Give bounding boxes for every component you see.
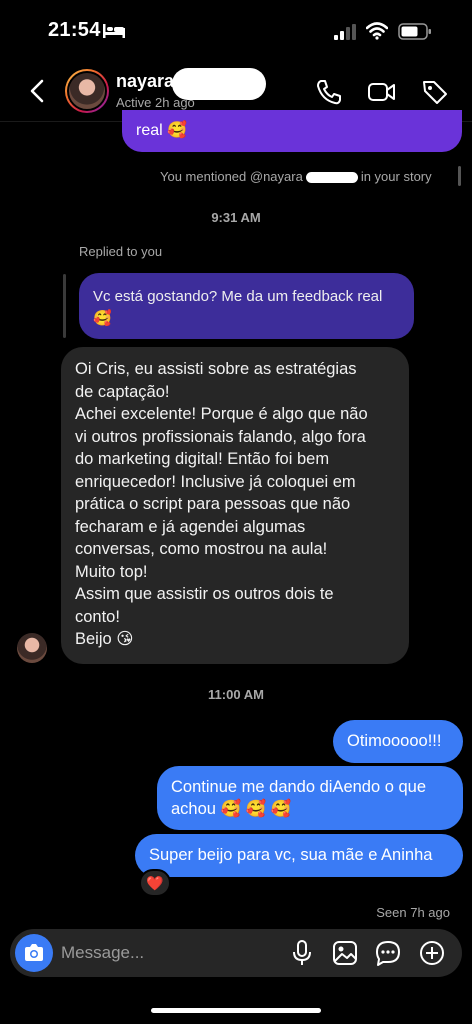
message-line: Continue me dando diAendo o que <box>171 778 427 796</box>
story-reply-bubble[interactable]: real 🥰 <box>122 110 462 152</box>
story-mention-note: You mentioned @nayara in your story <box>160 169 432 184</box>
outgoing-message[interactable]: Otimooooo!!! <box>333 720 463 763</box>
message-line: Beijo 😘 <box>75 630 134 648</box>
plus-icon[interactable] <box>418 939 446 967</box>
message-composer: Message... <box>10 929 462 977</box>
reply-quote-bar <box>63 274 66 338</box>
scroll-indicator[interactable] <box>458 166 461 186</box>
sender-avatar[interactable] <box>17 633 47 663</box>
phone-icon[interactable] <box>314 77 344 107</box>
message-line: achou 🥰 🥰 🥰 <box>171 800 292 818</box>
redaction-mark <box>305 172 358 184</box>
camera-icon <box>25 944 43 961</box>
wifi-icon <box>366 22 388 40</box>
seen-status: Seen 7h ago <box>376 905 450 920</box>
message-line: Muito top! <box>75 562 148 581</box>
mic-icon[interactable] <box>288 939 316 967</box>
quoted-message[interactable]: Vc está gostando? Me da um feedback real… <box>79 273 414 339</box>
outgoing-message[interactable]: Super beijo para vc, sua mãe e Aninha <box>135 834 463 877</box>
replied-label: Replied to you <box>79 244 163 259</box>
message-input[interactable]: Message... <box>61 943 144 963</box>
message-line: prática o script para pessoas que não <box>75 495 351 513</box>
quoted-line: Vc está gostando? Me da um feedback real <box>93 288 383 305</box>
incoming-message[interactable]: Oi Cris, eu assisti sobre as estratégias… <box>61 347 409 664</box>
story-reply-text: real 🥰 <box>136 122 188 139</box>
message-line: Achei excelente! Porque é algo que não <box>75 405 368 423</box>
message-line: fecharam e já agendei algumas <box>75 517 306 536</box>
message-line: Oi Cris, eu assisti sobre as estratégias <box>75 360 357 378</box>
message-line: Assim que assistir os outros dois te <box>75 585 334 603</box>
message-text: Otimooooo!!! <box>347 732 442 750</box>
status-time: 21:54 <box>48 19 101 41</box>
signal-icon <box>334 24 356 40</box>
avatar-image <box>67 71 107 111</box>
profile-avatar[interactable] <box>65 69 109 113</box>
battery-icon <box>398 23 431 40</box>
home-indicator[interactable] <box>151 1008 321 1013</box>
message-line: conto! <box>75 607 120 626</box>
message-line: vi outros profissionais falando, algo fo… <box>75 427 366 446</box>
status-bar: 21:54 <box>0 0 472 60</box>
contact-status: Active 2h ago <box>116 95 195 110</box>
back-icon[interactable] <box>26 76 50 106</box>
camera-button[interactable] <box>15 934 53 972</box>
outgoing-message[interactable]: Continue me dando diAendo o que achou 🥰 … <box>157 766 463 830</box>
message-line: do marketing digital! Então foi bem <box>75 450 330 468</box>
mention-suffix: in your story <box>360 169 432 184</box>
video-icon[interactable] <box>367 77 397 107</box>
gallery-icon[interactable] <box>331 939 359 967</box>
heart-reaction[interactable]: ❤️ <box>139 869 171 897</box>
message-line: de captação! <box>75 382 170 401</box>
mention-prefix: You mentioned @nayara <box>160 169 303 184</box>
tag-icon[interactable] <box>420 77 450 107</box>
timestamp: 11:00 AM <box>208 687 264 702</box>
message-line: enriquecedor! Inclusive já coloquei em <box>75 472 356 491</box>
message-text: Super beijo para vc, sua mãe e Aninha <box>149 846 433 864</box>
sticker-icon[interactable] <box>374 939 402 967</box>
quoted-line: 🥰 <box>93 310 112 327</box>
bed-icon <box>103 24 125 38</box>
timestamp: 9:31 AM <box>211 210 261 225</box>
message-line: conversas, como mostrou na aula! <box>75 540 328 558</box>
contact-name[interactable]: nayara <box>116 71 174 92</box>
